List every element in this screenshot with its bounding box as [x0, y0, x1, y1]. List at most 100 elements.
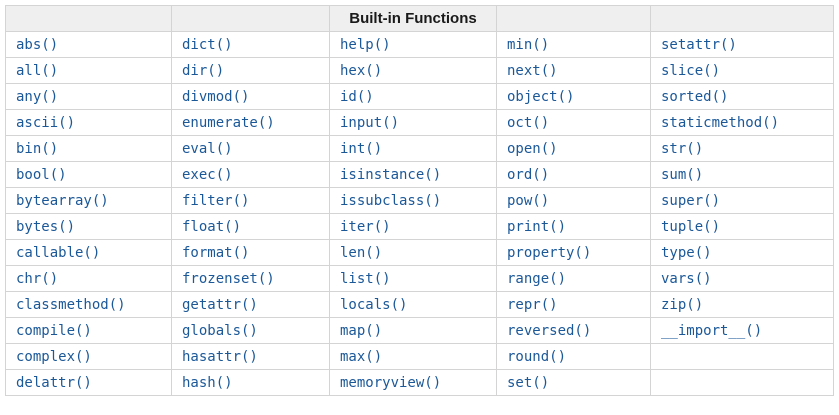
function-cell: len() — [329, 239, 497, 266]
function-link[interactable]: sum() — [661, 167, 703, 183]
function-cell: memoryview() — [329, 369, 497, 396]
function-link[interactable]: abs() — [16, 37, 58, 53]
function-link[interactable]: next() — [507, 63, 558, 79]
function-cell: super() — [650, 187, 834, 214]
function-link[interactable]: dir() — [182, 63, 224, 79]
function-link[interactable]: all() — [16, 63, 58, 79]
function-link[interactable]: ord() — [507, 167, 549, 183]
function-link[interactable]: bytearray() — [16, 193, 109, 209]
function-link[interactable]: property() — [507, 245, 591, 261]
function-cell: dir() — [171, 57, 330, 84]
table-row: bool() exec() isinstance() ord() sum() — [5, 161, 834, 188]
function-cell: eval() — [171, 135, 330, 162]
function-cell: format() — [171, 239, 330, 266]
function-link[interactable]: any() — [16, 89, 58, 105]
function-link[interactable]: list() — [340, 271, 391, 287]
function-link[interactable]: str() — [661, 141, 703, 157]
function-link[interactable]: globals() — [182, 323, 258, 339]
function-cell: str() — [650, 135, 834, 162]
header-cell-empty — [5, 5, 172, 32]
function-link[interactable]: memoryview() — [340, 375, 441, 391]
function-link[interactable]: reversed() — [507, 323, 591, 339]
function-link[interactable]: classmethod() — [16, 297, 126, 313]
function-cell: iter() — [329, 213, 497, 240]
function-link[interactable]: round() — [507, 349, 566, 365]
function-link[interactable]: slice() — [661, 63, 720, 79]
function-link[interactable]: eval() — [182, 141, 233, 157]
function-link[interactable]: bytes() — [16, 219, 75, 235]
table-title: Built-in Functions — [329, 5, 497, 32]
function-link[interactable]: delattr() — [16, 375, 92, 391]
function-cell: next() — [496, 57, 651, 84]
function-link[interactable]: sorted() — [661, 89, 728, 105]
function-link[interactable]: int() — [340, 141, 382, 157]
function-link[interactable]: format() — [182, 245, 249, 261]
function-cell: tuple() — [650, 213, 834, 240]
function-link[interactable]: complex() — [16, 349, 92, 365]
function-link[interactable]: ascii() — [16, 115, 75, 131]
function-cell: complex() — [5, 343, 172, 370]
function-link[interactable]: tuple() — [661, 219, 720, 235]
function-link[interactable]: isinstance() — [340, 167, 441, 183]
function-link[interactable]: getattr() — [182, 297, 258, 313]
function-link[interactable]: hex() — [340, 63, 382, 79]
function-link[interactable]: hasattr() — [182, 349, 258, 365]
function-link[interactable]: iter() — [340, 219, 391, 235]
function-cell: sorted() — [650, 83, 834, 110]
function-cell: float() — [171, 213, 330, 240]
function-link[interactable]: __import__() — [661, 323, 762, 339]
function-link[interactable]: set() — [507, 375, 549, 391]
table-header-row: Built-in Functions — [5, 5, 834, 32]
function-link[interactable]: divmod() — [182, 89, 249, 105]
function-link[interactable]: setattr() — [661, 37, 737, 53]
builtin-functions-table: Built-in Functions abs() dict() help() min(… — [5, 5, 834, 396]
function-cell: hasattr() — [171, 343, 330, 370]
function-link[interactable]: type() — [661, 245, 712, 261]
function-link[interactable]: len() — [340, 245, 382, 261]
function-link[interactable]: object() — [507, 89, 574, 105]
function-link[interactable]: hash() — [182, 375, 233, 391]
table-row: callable() format() len() property() type() — [5, 239, 834, 266]
builtin-functions-table-container: Built-in Functions abs() dict() help() min(… — [0, 0, 839, 401]
function-link[interactable]: open() — [507, 141, 558, 157]
function-cell: help() — [329, 31, 497, 58]
header-cell-empty — [171, 5, 330, 32]
table-row: bytearray() filter() issubclass() pow() supe… — [5, 187, 834, 214]
function-link[interactable]: bool() — [16, 167, 67, 183]
table-row: chr() frozenset() list() range() vars() — [5, 265, 834, 292]
function-link[interactable]: filter() — [182, 193, 249, 209]
function-link[interactable]: pow() — [507, 193, 549, 209]
function-link[interactable]: enumerate() — [182, 115, 275, 131]
function-link[interactable]: help() — [340, 37, 391, 53]
function-link[interactable]: id() — [340, 89, 374, 105]
function-link[interactable]: issubclass() — [340, 193, 441, 209]
function-link[interactable]: callable() — [16, 245, 100, 261]
function-link[interactable]: repr() — [507, 297, 558, 313]
function-link[interactable]: bin() — [16, 141, 58, 157]
function-link[interactable]: max() — [340, 349, 382, 365]
table-row: abs() dict() help() min() setattr() — [5, 31, 834, 58]
table-row: bin() eval() int() open() str() — [5, 135, 834, 162]
function-link[interactable]: range() — [507, 271, 566, 287]
function-link[interactable]: staticmethod() — [661, 115, 779, 131]
function-link[interactable]: dict() — [182, 37, 233, 53]
function-link[interactable]: map() — [340, 323, 382, 339]
function-link[interactable]: print() — [507, 219, 566, 235]
function-link[interactable]: oct() — [507, 115, 549, 131]
function-link[interactable]: exec() — [182, 167, 233, 183]
function-cell: map() — [329, 317, 497, 344]
function-cell: bool() — [5, 161, 172, 188]
function-link[interactable]: float() — [182, 219, 241, 235]
function-link[interactable]: chr() — [16, 271, 58, 287]
function-link[interactable]: input() — [340, 115, 399, 131]
function-link[interactable]: min() — [507, 37, 549, 53]
header-cell-empty — [496, 5, 651, 32]
function-link[interactable]: compile() — [16, 323, 92, 339]
function-cell: type() — [650, 239, 834, 266]
function-link[interactable]: zip() — [661, 297, 703, 313]
function-link[interactable]: vars() — [661, 271, 712, 287]
function-link[interactable]: locals() — [340, 297, 407, 313]
function-link[interactable]: super() — [661, 193, 720, 209]
function-link[interactable]: frozenset() — [182, 271, 275, 287]
function-cell: compile() — [5, 317, 172, 344]
